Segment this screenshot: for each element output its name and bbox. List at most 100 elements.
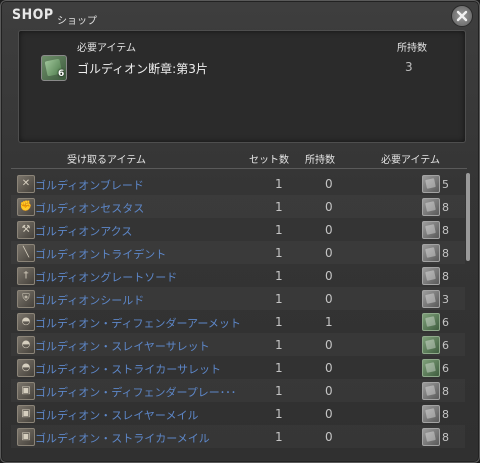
- held-count: 0: [325, 430, 333, 444]
- list-item[interactable]: ⚒ ゴルディオンアクス 1 0 8: [11, 218, 465, 241]
- set-count: 1: [275, 407, 283, 421]
- gray-book-icon[interactable]: [422, 382, 440, 400]
- required-count: 6: [442, 362, 449, 375]
- header-divider: [11, 168, 467, 169]
- required-count: 6: [442, 316, 449, 329]
- required-item-name[interactable]: ゴルディオン断章:第3片: [77, 60, 208, 77]
- list-item[interactable]: ▣ ゴルディオン・ストライカーメイル 1 0 8: [11, 425, 465, 448]
- gray-book-icon[interactable]: [422, 244, 440, 262]
- green-book-icon[interactable]: [422, 313, 440, 331]
- item-list-header: 受け取るアイテム セット数 所持数 必要アイテム: [11, 148, 471, 168]
- window-title: SHOP: [12, 7, 54, 23]
- item-name[interactable]: ゴルディオン・ストライカーメイル: [35, 430, 210, 446]
- close-icon: [456, 10, 468, 22]
- required-count: 8: [442, 270, 449, 283]
- title-bar[interactable]: SHOP ショップ: [1, 1, 479, 31]
- held-header: 所持数: [305, 155, 335, 166]
- armor-icon: ▣: [17, 428, 35, 446]
- list-item[interactable]: ✕ ゴルディオンブレード 1 0 5: [11, 172, 465, 195]
- item-name[interactable]: ゴルディオン・スレイヤーサレット: [35, 338, 210, 354]
- receive-item-header: 受け取るアイテム: [67, 155, 146, 166]
- list-item[interactable]: ▣ ゴルディオン・ディフェンダープレー･･･ 1 0 8: [11, 379, 465, 402]
- held-count: 0: [325, 292, 333, 306]
- armor-icon: ▣: [17, 382, 35, 400]
- green-book-icon[interactable]: [422, 336, 440, 354]
- held-count-header: 所持数: [397, 43, 427, 54]
- set-count: 1: [275, 315, 283, 329]
- helmet-icon: ◓: [17, 336, 35, 354]
- set-count: 1: [275, 292, 283, 306]
- item-name[interactable]: ゴルディオンセスタス: [35, 200, 144, 216]
- gray-book-icon[interactable]: [422, 221, 440, 239]
- required-count: 8: [442, 247, 449, 260]
- item-name[interactable]: ゴルディオングレートソード: [35, 269, 177, 285]
- held-count: 0: [325, 223, 333, 237]
- item-name[interactable]: ゴルディオンブレード: [35, 177, 144, 193]
- close-button[interactable]: [451, 5, 473, 27]
- held-count: 0: [325, 384, 333, 398]
- held-count: 0: [325, 407, 333, 421]
- axe-icon: ⚒: [17, 221, 35, 239]
- list-item[interactable]: ◓ ゴルディオン・スレイヤーサレット 1 0 6: [11, 333, 465, 356]
- helmet-icon: ◓: [17, 359, 35, 377]
- window-subtitle: ショップ: [57, 16, 97, 27]
- set-count: 1: [275, 223, 283, 237]
- set-count: 1: [275, 338, 283, 352]
- set-count: 1: [275, 361, 283, 375]
- required-count: 8: [442, 224, 449, 237]
- item-name[interactable]: ゴルディオンシールド: [35, 292, 144, 308]
- armor-icon: ▣: [17, 405, 35, 423]
- list-item[interactable]: ✊ ゴルディオンセスタス 1 0 8: [11, 195, 465, 218]
- held-count: 0: [325, 200, 333, 214]
- held-count: 0: [325, 246, 333, 260]
- list-item[interactable]: † ゴルディオングレートソード 1 0 8: [11, 264, 465, 287]
- scrollbar[interactable]: [466, 173, 470, 261]
- gray-book-icon[interactable]: [422, 405, 440, 423]
- list-item[interactable]: ◓ ゴルディオン・ストライカーサレット 1 0 6: [11, 356, 465, 379]
- gray-book-icon[interactable]: [422, 198, 440, 216]
- required-item-held: 3: [405, 60, 413, 74]
- held-count: 1: [325, 315, 333, 329]
- green-book-icon[interactable]: [422, 359, 440, 377]
- gray-book-icon[interactable]: [422, 267, 440, 285]
- item-name[interactable]: ゴルディオン・ストライカーサレット: [35, 361, 221, 377]
- gray-book-icon[interactable]: [422, 290, 440, 308]
- required-item-header: 必要アイテム: [77, 43, 136, 54]
- sword-icon: ✕: [17, 175, 35, 193]
- list-item[interactable]: ╲ ゴルディオントライデント 1 0 8: [11, 241, 465, 264]
- list-item[interactable]: ◓ ゴルディオン・ディフェンダーアーメット 1 1 6: [11, 310, 465, 333]
- greatsword-icon: †: [17, 267, 35, 285]
- gray-book-icon[interactable]: [422, 428, 440, 446]
- held-count: 0: [325, 361, 333, 375]
- required-items-header: 必要アイテム: [381, 155, 440, 166]
- required-count: 8: [442, 431, 449, 444]
- required-count: 6: [442, 339, 449, 352]
- list-item[interactable]: ⛨ ゴルディオンシールド 1 0 3: [11, 287, 465, 310]
- held-count: 0: [325, 269, 333, 283]
- shop-window: SHOP ショップ 必要アイテム 所持数 6 ゴルディオン断章:第3片 3 受け…: [0, 0, 480, 463]
- required-count: 8: [442, 385, 449, 398]
- set-count: 1: [275, 200, 283, 214]
- set-count: 1: [275, 430, 283, 444]
- gray-book-icon[interactable]: [422, 175, 440, 193]
- item-name[interactable]: ゴルディオン・ディフェンダープレー･･･: [35, 384, 236, 400]
- held-count: 0: [325, 338, 333, 352]
- set-count: 1: [275, 246, 283, 260]
- item-name[interactable]: ゴルディオンアクス: [35, 223, 132, 239]
- held-count: 0: [325, 177, 333, 191]
- spear-icon: ╲: [17, 244, 35, 262]
- set-count: 1: [275, 177, 283, 191]
- required-item-panel: 必要アイテム 所持数 6 ゴルディオン断章:第3片 3: [18, 30, 466, 143]
- list-item[interactable]: ▣ ゴルディオン・スレイヤーメイル 1 0 8: [11, 402, 465, 425]
- required-count: 8: [442, 408, 449, 421]
- required-count: 3: [442, 293, 449, 306]
- set-count-header: セット数: [249, 155, 289, 166]
- required-count: 5: [442, 178, 449, 191]
- item-name[interactable]: ゴルディオントライデント: [35, 246, 166, 262]
- fist-icon: ✊: [17, 198, 35, 216]
- shield-icon: ⛨: [17, 290, 35, 308]
- item-icon-count: 6: [58, 69, 65, 79]
- item-name[interactable]: ゴルディオン・ディフェンダーアーメット: [35, 315, 241, 331]
- item-name[interactable]: ゴルディオン・スレイヤーメイル: [35, 407, 198, 423]
- set-count: 1: [275, 384, 283, 398]
